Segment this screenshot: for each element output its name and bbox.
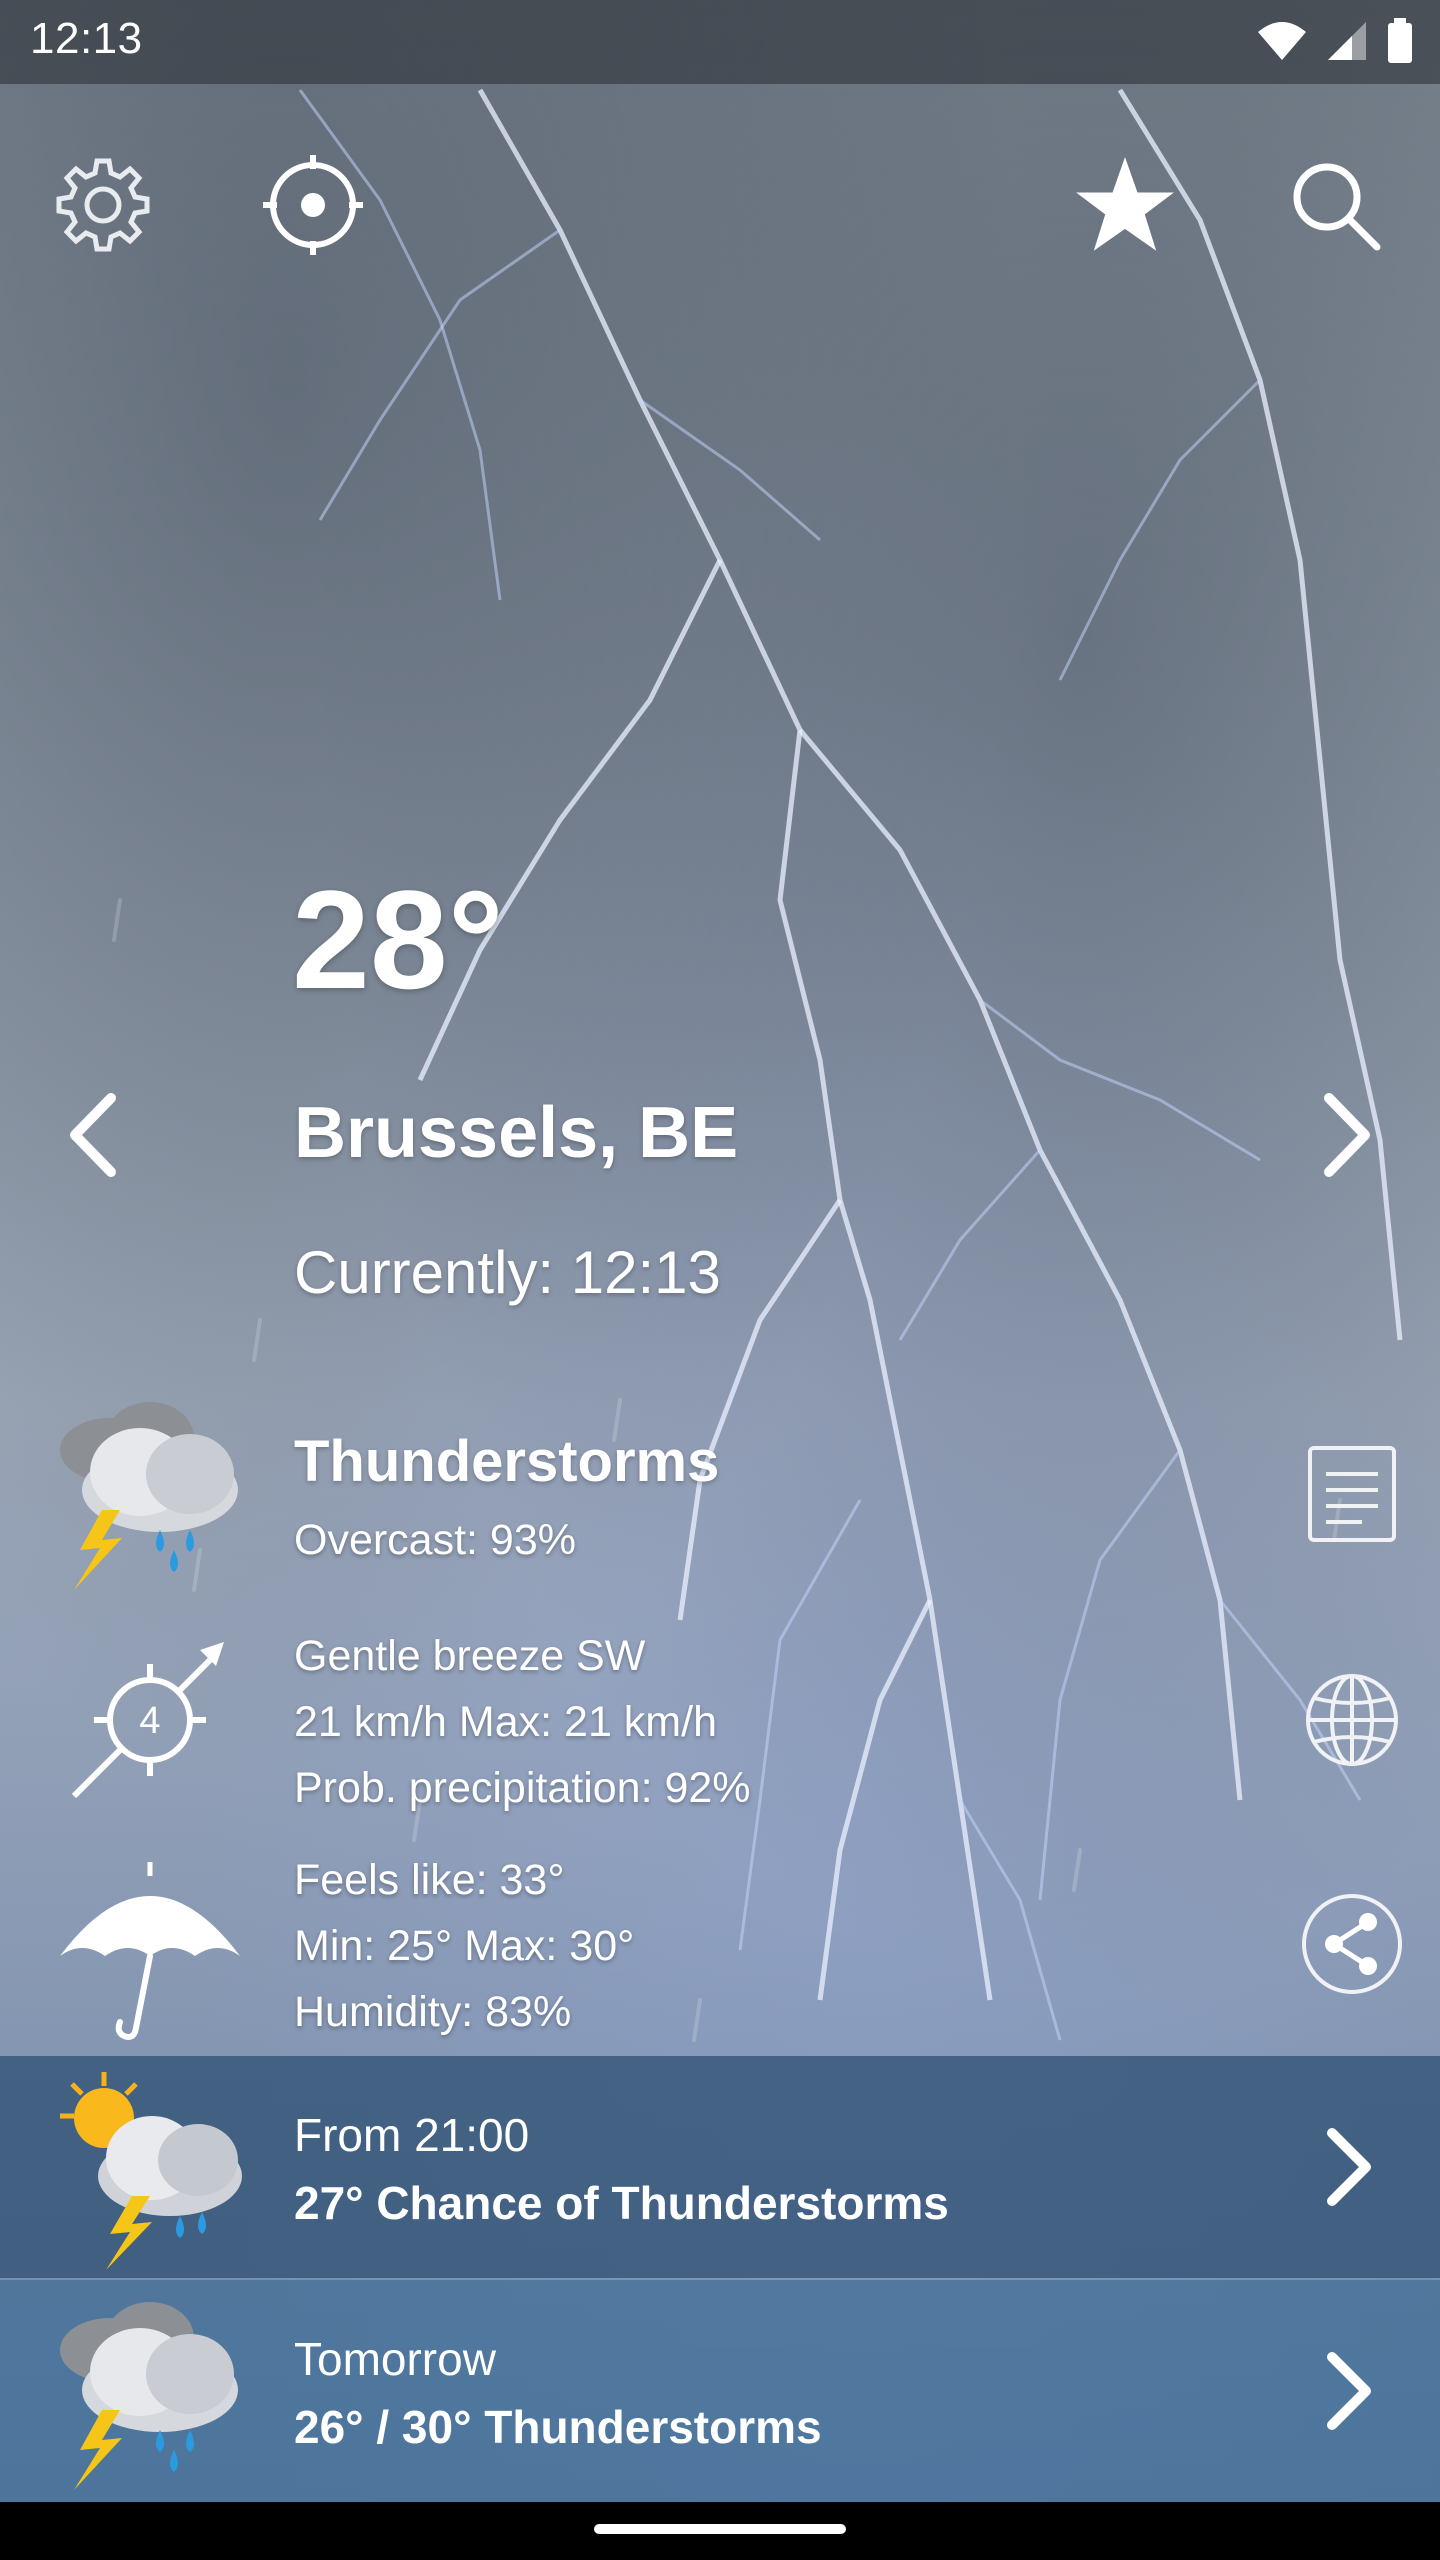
globe-icon: [1306, 1674, 1398, 1766]
city-name: Brussels, BE: [294, 1093, 739, 1173]
signal-icon: [1328, 22, 1366, 60]
thunderstorm-icon: [60, 1402, 238, 1590]
previous-city-button[interactable]: [48, 1090, 138, 1180]
wind-description: Gentle breeze SW: [294, 1632, 646, 1680]
wind-direction-icon: 4: [71, 1642, 224, 1799]
locate-icon: [263, 155, 363, 255]
sun-thunderstorm-icon: [60, 2072, 242, 2270]
forecast-row-tomorrow[interactable]: Tomorrow 26° / 30° Thunderstorms: [0, 2280, 1440, 2502]
location-button[interactable]: [258, 150, 368, 260]
document-icon: [1308, 1446, 1396, 1542]
status-time: 12:13: [30, 14, 143, 63]
humidity: Humidity: 83%: [294, 1988, 572, 2036]
weather-screen: 12:13 28° Brussels, BE Currently: 12:13 …: [0, 0, 1440, 2560]
home-gesture-handle[interactable]: [594, 2524, 846, 2534]
next-city-button[interactable]: [1302, 1090, 1392, 1180]
share-icon: [1302, 1894, 1402, 1994]
wind-force-value: 4: [139, 1700, 160, 1742]
map-button[interactable]: [1298, 1666, 1406, 1774]
forecast-row-tonight[interactable]: From 21:00 27° Chance of Thunderstorms: [0, 2056, 1440, 2278]
gear-icon: [56, 158, 150, 252]
search-icon: [1293, 163, 1381, 251]
thunderstorm-icon: [60, 2302, 238, 2490]
chevron-left-icon: [70, 1093, 116, 1177]
favorite-button[interactable]: [1070, 150, 1180, 260]
forecast-summary: 27° Chance of Thunderstorms: [294, 2177, 949, 2229]
min-max-temperature: Min: 25° Max: 30°: [294, 1922, 635, 1970]
system-nav-bar: [0, 2502, 1440, 2560]
details-button[interactable]: [1298, 1440, 1406, 1548]
umbrella-icon: [60, 1862, 240, 2040]
status-bar: 12:13: [0, 0, 1440, 84]
wind-speed: 21 km/h Max: 21 km/h: [294, 1698, 717, 1746]
share-button[interactable]: [1298, 1890, 1406, 1998]
chevron-right-icon: [1327, 2352, 1371, 2430]
wifi-icon: [1258, 22, 1306, 60]
forecast-time: From 21:00: [294, 2109, 530, 2161]
condition-title: Thunderstorms: [294, 1429, 720, 1494]
forecast-summary: 26° / 30° Thunderstorms: [294, 2401, 822, 2453]
chevron-right-icon: [1324, 1093, 1370, 1177]
feels-like: Feels like: 33°: [294, 1856, 565, 1904]
precipitation-probability: Prob. precipitation: 92%: [294, 1764, 751, 1812]
forecast-day: Tomorrow: [294, 2333, 496, 2385]
overcast-text: Overcast: 93%: [294, 1516, 576, 1564]
status-icons: [1256, 18, 1414, 64]
search-button[interactable]: [1280, 150, 1390, 260]
forecast-open-button[interactable]: [1310, 2336, 1390, 2446]
forecast-open-button[interactable]: [1310, 2112, 1390, 2222]
current-time-label: Currently: 12:13: [294, 1239, 721, 1306]
current-temperature: 28°: [292, 861, 504, 1018]
star-icon: [1076, 157, 1174, 251]
settings-button[interactable]: [48, 150, 158, 260]
battery-icon: [1388, 18, 1412, 63]
chevron-right-icon: [1327, 2128, 1371, 2206]
